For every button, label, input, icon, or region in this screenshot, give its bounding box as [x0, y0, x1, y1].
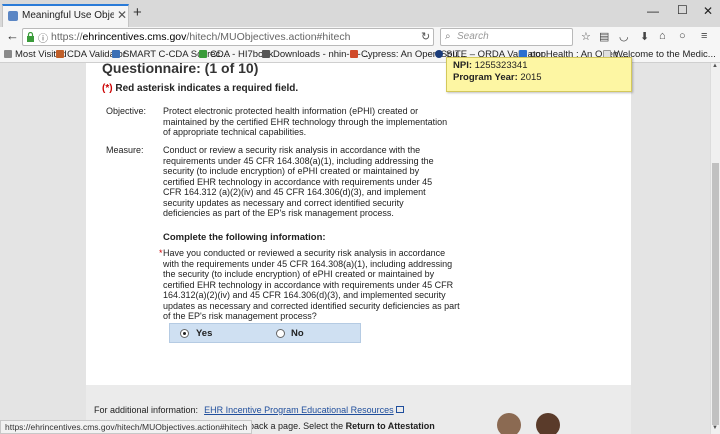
tab-title: Meaningful Use Objectives - E... — [22, 10, 114, 21]
lock-icon — [27, 32, 34, 42]
tab-strip: Meaningful Use Objectives - E... ✕ + — ☐… — [0, 0, 720, 27]
bookmark-favicon-icon — [56, 50, 64, 58]
measure-text: Conduct or review a security risk analys… — [163, 145, 434, 218]
back-arrow-icon[interactable]: ← — [6, 28, 19, 43]
additional-info: For additional information: EHR Incentive… — [94, 405, 404, 415]
search-icon: ⌕ — [445, 31, 451, 42]
question-text: Have you conducted or reviewed a securit… — [163, 248, 460, 321]
url-text: https://ehrincentives.cms.gov/hitech/MUO… — [51, 31, 351, 43]
page-title: Questionnaire: (1 of 10) — [102, 63, 259, 76]
close-window-icon[interactable]: ✕ — [703, 4, 713, 18]
person-photo-icon — [497, 413, 521, 434]
pocket-icon[interactable]: ◡ — [619, 30, 629, 43]
person-photo-icon — [536, 413, 560, 434]
provider-info-popup: NPI: 1255323341 Program Year: 2015 — [446, 57, 632, 92]
bookmark-favicon-icon — [199, 50, 207, 58]
chat-icon[interactable]: ○ — [679, 30, 686, 42]
page-favicon-icon — [8, 11, 18, 21]
info-icon[interactable]: ⓘ — [38, 30, 48, 45]
bookmark-favicon-icon — [435, 50, 443, 58]
vertical-scrollbar[interactable]: ▲ ▼ — [710, 63, 720, 434]
new-tab-icon[interactable]: + — [133, 5, 142, 20]
status-url-popup: https://ehrincentives.cms.gov/hitech/MUO… — [0, 420, 253, 434]
page-viewport: Questionnaire: (1 of 10) (*) Red asteris… — [0, 63, 710, 434]
objective-label: Objective: — [106, 106, 147, 116]
search-bar[interactable]: ⌕ Search — [440, 28, 573, 46]
no-label[interactable]: No — [291, 328, 304, 339]
navigation-toolbar: ← ⓘ https://ehrincentives.cms.gov/hitech… — [0, 27, 720, 47]
program-year-line: Program Year: 2015 — [453, 72, 542, 83]
menu-icon[interactable]: ≡ — [701, 30, 707, 42]
scroll-up-icon[interactable]: ▲ — [712, 63, 718, 69]
scroll-down-icon[interactable]: ▼ — [712, 425, 718, 431]
maximize-icon[interactable]: ☐ — [677, 3, 688, 17]
objective-text: Protect electronic protected health info… — [163, 106, 448, 137]
measure-label: Measure: — [106, 145, 144, 155]
url-bar[interactable]: ⓘ https://ehrincentives.cms.gov/hitech/M… — [22, 28, 434, 46]
close-tab-icon[interactable]: ✕ — [117, 8, 127, 22]
external-link-icon — [395, 406, 404, 413]
tab-meaningful-use[interactable]: Meaningful Use Objectives - E... ✕ — [2, 4, 129, 27]
minimize-icon[interactable]: — — [647, 4, 659, 18]
resources-link[interactable]: EHR Incentive Program Educational Resour… — [204, 405, 394, 415]
no-radio[interactable] — [276, 329, 285, 338]
bookmark-favicon-icon — [262, 50, 270, 58]
yes-radio[interactable] — [180, 329, 189, 338]
bookmark-star-icon[interactable]: ☆ — [581, 30, 591, 43]
download-icon[interactable]: ⬇ — [640, 30, 649, 43]
answer-radio-group: Yes No — [169, 323, 361, 343]
npi-line: NPI: 1255323341 — [453, 60, 528, 71]
scroll-thumb[interactable] — [712, 163, 719, 425]
bookmark-folder-icon — [4, 50, 12, 58]
yes-label[interactable]: Yes — [196, 328, 212, 339]
complete-heading: Complete the following information: — [163, 232, 326, 243]
home-icon[interactable]: ⌂ — [659, 30, 666, 42]
main-content: Questionnaire: (1 of 10) (*) Red asteris… — [86, 63, 631, 385]
reading-list-icon[interactable]: ▤ — [599, 30, 609, 43]
required-asterisk: * — [159, 248, 163, 258]
bookmark-favicon-icon — [112, 50, 120, 58]
search-placeholder: Search — [457, 31, 489, 42]
bookmark-favicon-icon — [350, 50, 358, 58]
reload-icon[interactable]: ↻ — [421, 30, 430, 43]
required-note: (*) Red asterisk indicates a required fi… — [102, 83, 299, 94]
